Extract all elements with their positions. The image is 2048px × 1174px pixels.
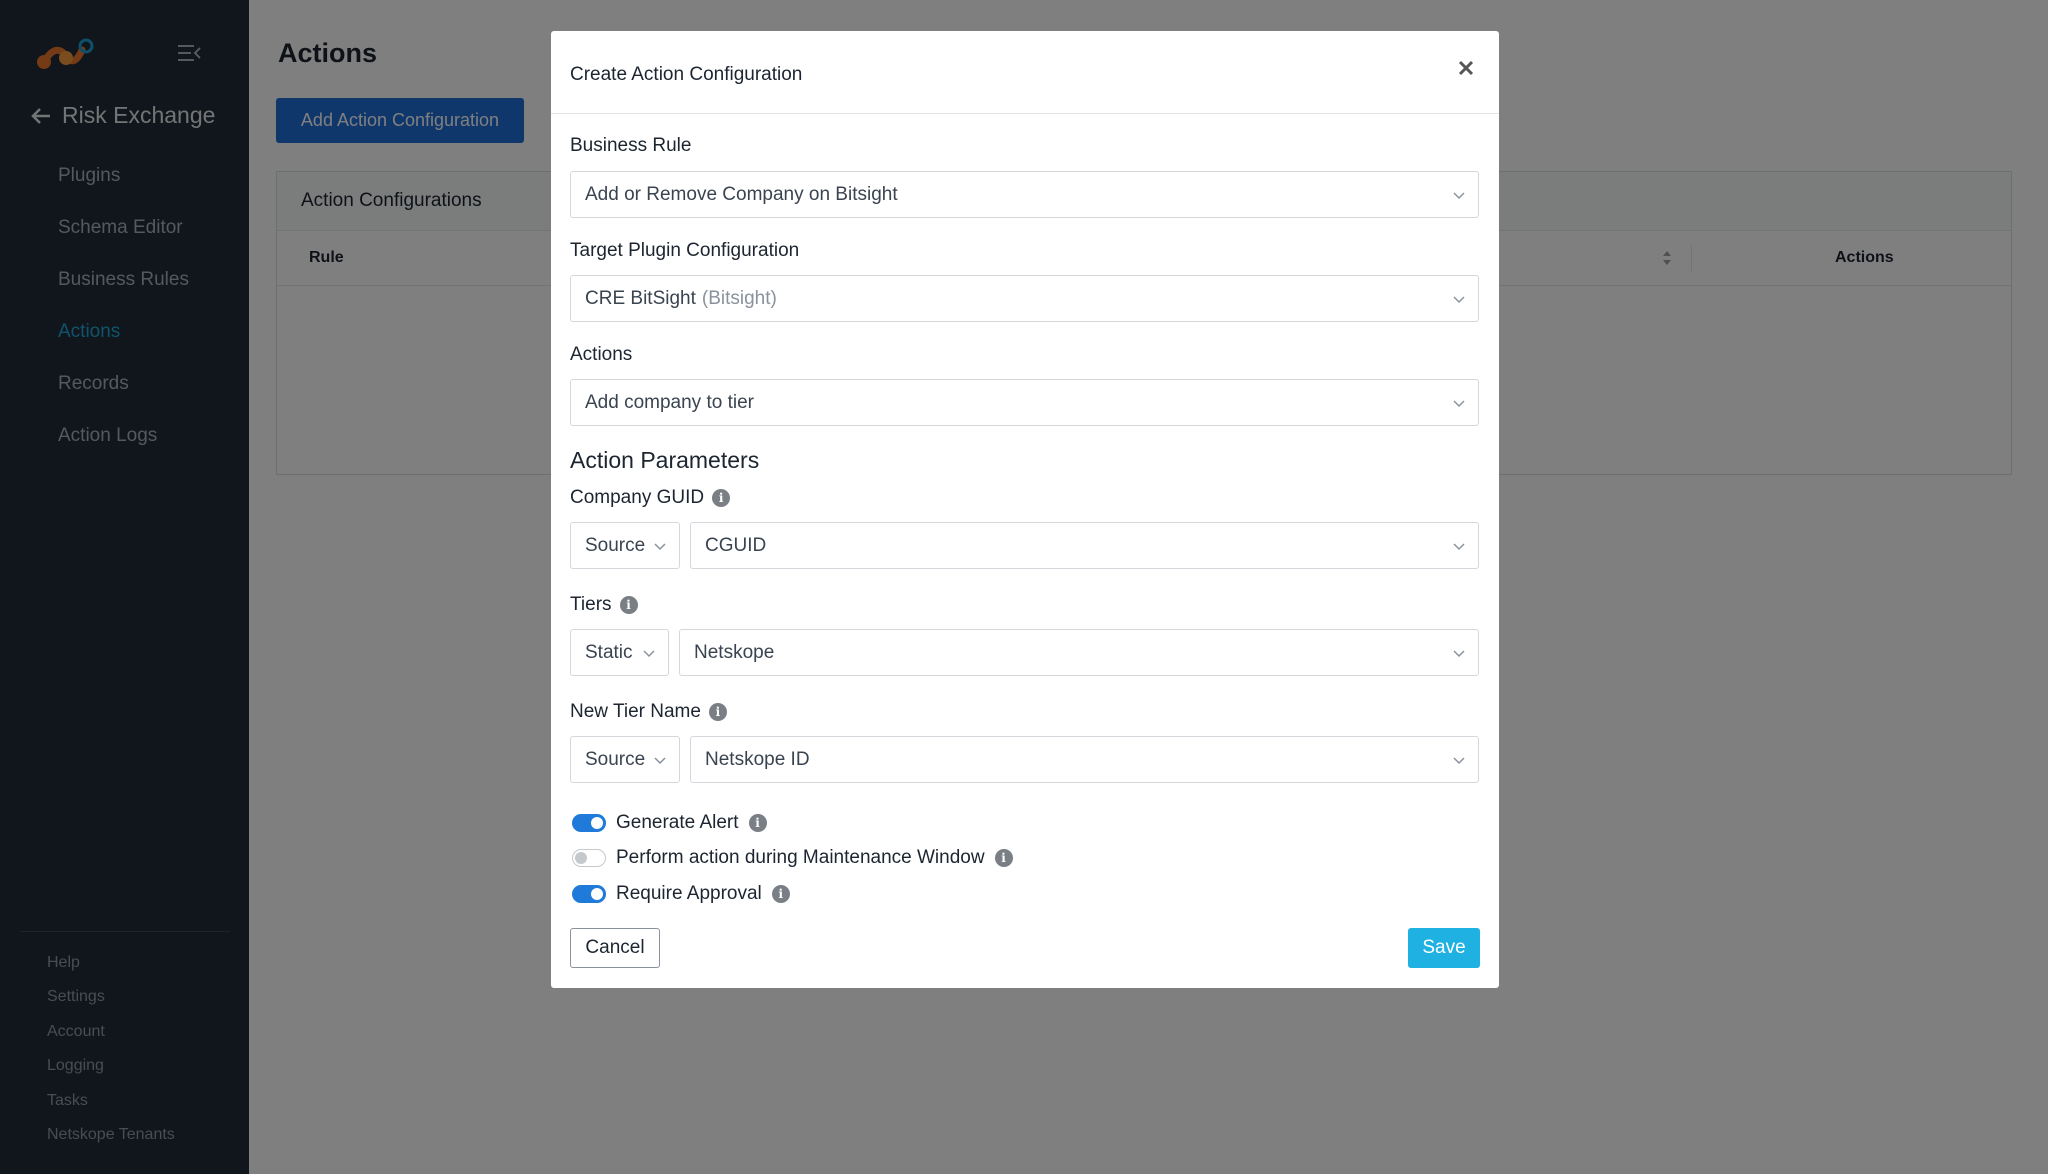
chevron-down-icon bbox=[654, 543, 666, 551]
new-tier-name-value: Netskope ID bbox=[705, 748, 810, 770]
info-icon[interactable]: i bbox=[712, 489, 731, 507]
target-plugin-value: CRE BitSight bbox=[585, 287, 696, 309]
company-guid-label-text: Company GUID bbox=[570, 487, 705, 508]
tiers-value-select[interactable]: Netskope bbox=[679, 629, 1479, 676]
new-tier-name-type-select[interactable]: Source bbox=[570, 736, 680, 783]
actions-label: Actions bbox=[570, 344, 633, 365]
chevron-down-icon bbox=[643, 650, 655, 658]
company-guid-type-select[interactable]: Source bbox=[570, 522, 680, 569]
new-tier-name-label: New Tier Name i bbox=[570, 701, 727, 723]
new-tier-name-value-select[interactable]: Netskope ID bbox=[690, 736, 1479, 783]
company-guid-value: CGUID bbox=[705, 534, 767, 556]
save-button[interactable]: Save bbox=[1408, 928, 1480, 968]
info-icon[interactable]: i bbox=[771, 885, 790, 903]
chevron-down-icon bbox=[1453, 296, 1465, 304]
tiers-value: Netskope bbox=[694, 641, 775, 663]
action-parameters-title: Action Parameters bbox=[570, 447, 760, 473]
tiers-label-text: Tiers bbox=[570, 594, 612, 615]
require-approval-row: Require Approval i bbox=[572, 883, 790, 905]
cancel-button[interactable]: Cancel bbox=[570, 928, 660, 968]
company-guid-type-value: Source bbox=[585, 534, 646, 556]
maintenance-window-row: Perform action during Maintenance Window… bbox=[572, 847, 1013, 869]
require-approval-toggle[interactable] bbox=[572, 885, 606, 903]
generate-alert-toggle[interactable] bbox=[572, 814, 606, 832]
business-rule-select[interactable]: Add or Remove Company on Bitsight bbox=[570, 171, 1479, 218]
chevron-down-icon bbox=[1453, 192, 1465, 200]
maintenance-window-toggle[interactable] bbox=[572, 849, 606, 867]
business-rule-label: Business Rule bbox=[570, 135, 692, 156]
actions-select[interactable]: Add company to tier bbox=[570, 379, 1479, 426]
company-guid-label: Company GUID i bbox=[570, 487, 731, 509]
chevron-down-icon bbox=[1453, 543, 1465, 551]
chevron-down-icon bbox=[654, 757, 666, 765]
target-plugin-select[interactable]: CRE BitSight (Bitsight) bbox=[570, 275, 1479, 322]
tiers-type-select[interactable]: Static bbox=[570, 629, 669, 676]
target-plugin-label: Target Plugin Configuration bbox=[570, 240, 800, 261]
business-rule-value: Add or Remove Company on Bitsight bbox=[585, 183, 898, 205]
close-icon[interactable] bbox=[1453, 55, 1479, 81]
info-icon[interactable]: i bbox=[708, 703, 727, 721]
info-icon[interactable]: i bbox=[619, 596, 638, 614]
new-tier-name-label-text: New Tier Name bbox=[570, 701, 701, 722]
info-icon[interactable]: i bbox=[748, 814, 767, 832]
modal-header: Create Action Configuration bbox=[551, 31, 1499, 114]
toggle-knob bbox=[591, 817, 603, 829]
company-guid-value-select[interactable]: CGUID bbox=[690, 522, 1479, 569]
chevron-down-icon bbox=[1453, 650, 1465, 658]
generate-alert-label: Generate Alert bbox=[616, 812, 739, 833]
actions-value: Add company to tier bbox=[585, 391, 754, 413]
create-action-configuration-modal: Create Action Configuration Business Rul… bbox=[551, 31, 1499, 988]
new-tier-name-type-value: Source bbox=[585, 748, 646, 770]
modal-title: Create Action Configuration bbox=[570, 64, 803, 85]
info-icon[interactable]: i bbox=[994, 849, 1013, 867]
chevron-down-icon bbox=[1453, 757, 1465, 765]
generate-alert-row: Generate Alert i bbox=[572, 812, 767, 834]
target-plugin-type: (Bitsight) bbox=[701, 287, 777, 309]
toggle-knob bbox=[575, 852, 587, 864]
require-approval-label: Require Approval bbox=[616, 883, 762, 904]
maintenance-window-label: Perform action during Maintenance Window bbox=[616, 847, 985, 868]
tiers-type-value: Static bbox=[585, 641, 633, 663]
toggle-knob bbox=[591, 888, 603, 900]
tiers-label: Tiers i bbox=[570, 594, 638, 616]
chevron-down-icon bbox=[1453, 400, 1465, 408]
